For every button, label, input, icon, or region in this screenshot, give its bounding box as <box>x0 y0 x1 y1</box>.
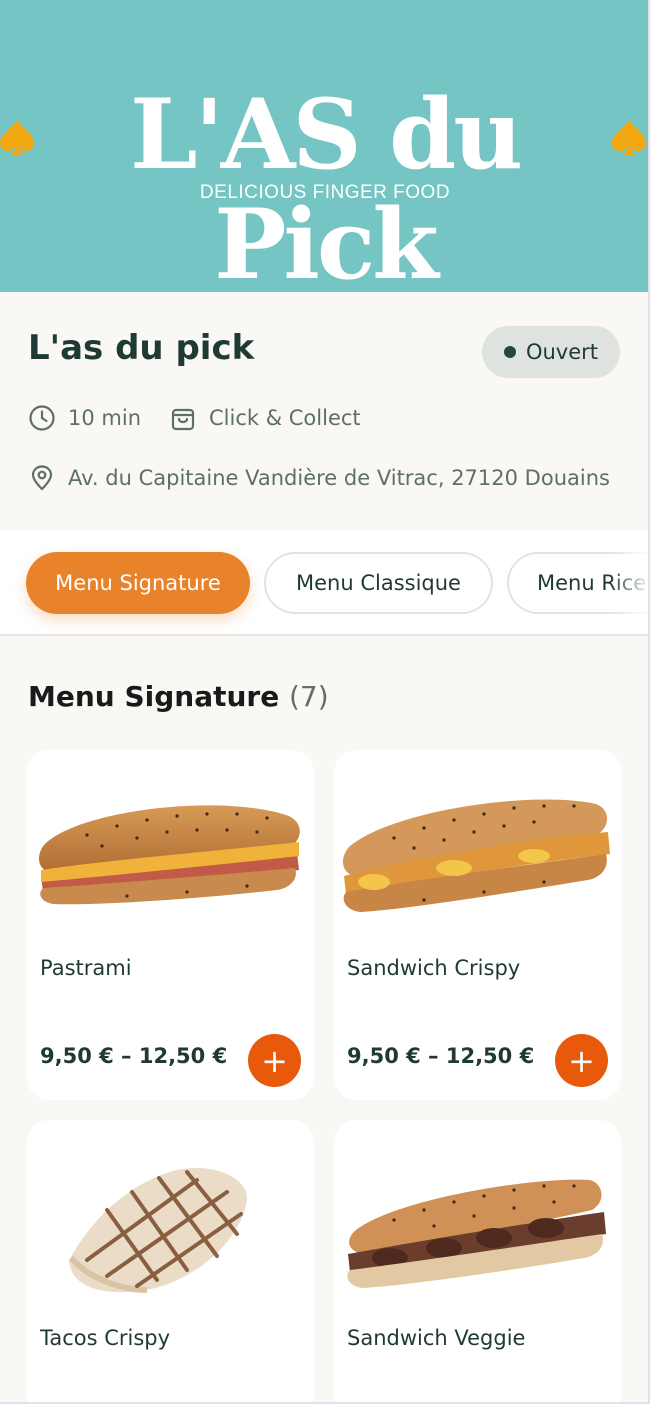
product-image <box>68 1168 248 1293</box>
product-name: Sandwich Veggie <box>347 1326 526 1350</box>
meta-row: 10 min Click & Collect <box>28 404 389 432</box>
app-frame: L'AS du Pick DELICIOUS FINGER FOOD L'as … <box>0 0 650 1404</box>
plus-icon: + <box>568 1041 595 1080</box>
tabs-fade <box>610 530 648 634</box>
product-image <box>39 805 300 905</box>
pickup-mode: Click & Collect <box>169 404 361 432</box>
location-pin-icon <box>31 465 53 491</box>
section-title: Menu Signature (7) <box>28 680 329 713</box>
spade-icon <box>612 120 646 156</box>
spade-icon <box>0 120 34 156</box>
pickup-mode-label: Click & Collect <box>209 406 361 430</box>
product-name: Pastrami <box>40 956 132 980</box>
address-label: Av. du Capitaine Vandière de Vitrac, 271… <box>68 466 610 490</box>
bag-icon <box>171 408 195 431</box>
prep-time: 10 min <box>28 404 141 432</box>
product-card[interactable]: Sandwich Veggie <box>334 1120 621 1402</box>
section-title-label: Menu Signature <box>28 680 280 713</box>
product-name: Sandwich Crispy <box>347 956 521 980</box>
product-image <box>347 1179 606 1288</box>
brand-tagline: DELICIOUS FINGER FOOD <box>199 182 451 203</box>
status-badge: Ouvert <box>482 326 620 378</box>
tab-menu-signature[interactable]: Menu Signature <box>26 552 250 614</box>
section-count: (7) <box>288 680 329 713</box>
category-tabs: Menu Signature Menu Classique Menu Rice <box>0 530 648 636</box>
product-card[interactable]: Sandwich Crispy 9,50 € – 12,50 € + <box>334 750 621 1100</box>
address-row: Av. du Capitaine Vandière de Vitrac, 271… <box>28 464 610 492</box>
product-price: 9,50 € – 12,50 € <box>347 1044 535 1068</box>
add-to-cart-button[interactable]: + <box>555 1034 608 1087</box>
hero-banner: L'AS du Pick DELICIOUS FINGER FOOD <box>0 0 648 300</box>
store-info: L'as du pick Ouvert 10 min Click & Colle… <box>0 292 648 530</box>
tab-menu-classique[interactable]: Menu Classique <box>264 552 493 614</box>
plus-icon: + <box>261 1041 288 1080</box>
product-name: Tacos Crispy <box>40 1326 171 1350</box>
status-dot <box>503 346 516 358</box>
product-card[interactable]: Tacos Crispy <box>27 1120 314 1402</box>
store-name: L'as du pick <box>28 328 255 368</box>
product-image <box>342 799 610 912</box>
add-to-cart-button[interactable]: + <box>248 1034 301 1087</box>
prep-time-label: 10 min <box>68 406 141 430</box>
product-price: 9,50 € – 12,50 € <box>40 1044 228 1068</box>
clock-icon <box>29 405 55 431</box>
product-card[interactable]: Pastrami 9,50 € – 12,50 € + <box>27 750 314 1100</box>
status-label: Ouvert <box>525 340 599 364</box>
